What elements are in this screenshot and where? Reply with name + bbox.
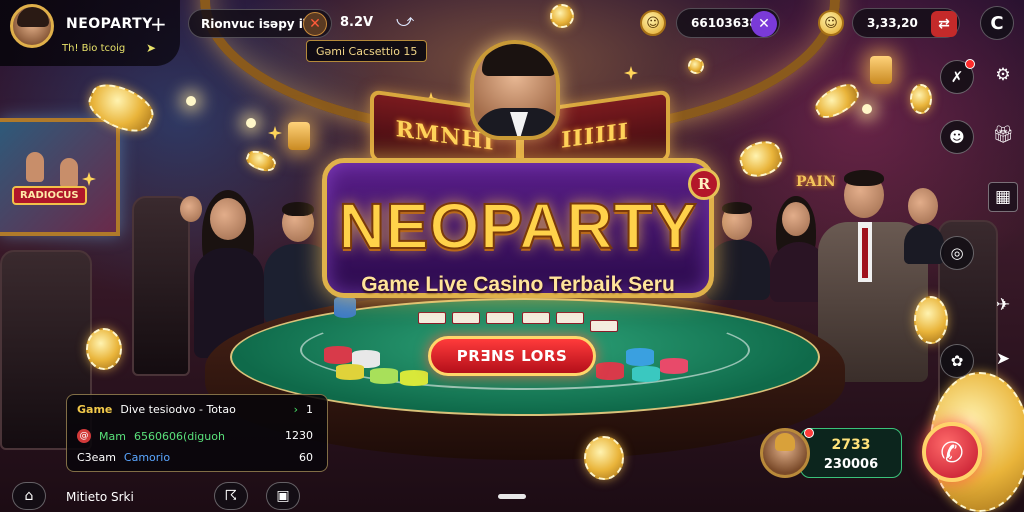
info-player-number: 1230 [285, 429, 313, 442]
gold-coin [910, 84, 932, 114]
gift-icon[interactable]: 🎁︎ [988, 120, 1018, 150]
share-icon[interactable]: ⤻ [396, 11, 414, 31]
game-tag: Gəmi Cacsettio 15 [306, 40, 428, 62]
lantern [288, 122, 310, 150]
gold-coin [810, 78, 864, 124]
profile-card[interactable]: NEOPARTY + Th! Bio tcoig ➤ [0, 0, 180, 66]
menu-button[interactable]: C [980, 6, 1014, 40]
balance-value: 66103638 [691, 16, 758, 30]
chip-stack [400, 370, 428, 386]
live-monitor: RADIOCUS [0, 118, 120, 236]
coin-balance-value: 3,33,20 [867, 16, 918, 30]
forward-icon[interactable]: ➤ [988, 344, 1018, 374]
info-stream-number: 60 [299, 451, 313, 464]
info-row-stream: C3eam Camorio 60 [77, 451, 313, 464]
chip-stack [660, 358, 688, 374]
banner-subtitle: Game Live Casino Terbaik Seru [361, 273, 675, 296]
sparkle [268, 126, 282, 140]
coin-balance-pill[interactable]: 3,33,20 ⇄ [852, 8, 960, 38]
info-row-game: Game Dive tesiodvo - Totao › 1 [77, 403, 313, 416]
camera-button[interactable]: ✿ [940, 344, 974, 378]
info-row-player: @ Mam 6560606(diguoh 1230 [77, 429, 313, 443]
host-avatar[interactable] [760, 428, 810, 478]
notification-button[interactable]: ✗ [940, 59, 975, 94]
gold-coin [584, 436, 624, 480]
logo-host-portrait [470, 40, 560, 140]
dance-icon[interactable]: ☈ [214, 482, 248, 510]
gold-coin [243, 147, 279, 175]
chat-icon[interactable]: ⌂ [12, 482, 46, 510]
gift-box-icon[interactable]: ▣ [266, 482, 300, 510]
info-game-value: 1 [306, 403, 313, 416]
wall-sign: PAIN [796, 174, 836, 190]
bottom-label: Mitieto Srki [66, 490, 134, 504]
host-stats[interactable]: 2733 230006 [800, 428, 902, 478]
monitor-label: RADIOCUS [12, 186, 87, 205]
notification-dot [965, 59, 975, 69]
monitor-host [60, 158, 78, 188]
chip-stack [596, 362, 624, 380]
banner-badge: R [688, 168, 720, 200]
playing-card [522, 312, 550, 324]
chip-stack [626, 348, 654, 366]
coin-icon[interactable]: ☺ [818, 10, 844, 36]
chip-stack [336, 364, 364, 380]
gold-coin [550, 4, 574, 28]
info-stream-value: Camorio [123, 451, 171, 464]
playing-card [556, 312, 584, 324]
app-name: NEOPARTY [66, 16, 153, 32]
info-stream-label: C3eam [77, 451, 116, 464]
gold-coin [86, 328, 122, 370]
live-dot [804, 428, 814, 438]
info-player-value: 6560606(diguoh [133, 429, 225, 443]
emoji-button[interactable]: ☻ [940, 120, 974, 154]
balance-pill[interactable]: 66103638 ✕ [676, 8, 780, 38]
close-icon[interactable]: ✕ [303, 12, 327, 36]
lantern [870, 56, 892, 84]
chair [132, 196, 190, 376]
logo-banner: NEOPARTY Game Live Casino Terbaik Seru [322, 158, 714, 298]
send-icon[interactable]: ➤ [146, 41, 156, 55]
playing-card [452, 312, 480, 324]
gold-coin [688, 58, 704, 74]
spotlight [862, 104, 872, 114]
plus-icon[interactable]: + [150, 12, 167, 36]
playing-card [418, 312, 446, 324]
home-indicator[interactable] [498, 494, 526, 499]
host-stat-primary: 2733 [831, 437, 871, 453]
pin-icon[interactable]: ✈ [988, 290, 1018, 320]
spotlight [246, 118, 256, 128]
phone-icon[interactable]: ✆ [922, 422, 982, 482]
chip-stack [334, 296, 356, 318]
info-game-label: Game [77, 403, 113, 416]
info-player-label: Mam [99, 429, 126, 443]
gold-coin [914, 296, 948, 344]
spotlight [186, 96, 196, 106]
game-info-panel[interactable]: Game Dive tesiodvo - Totao › 1 @ Mam 6560606… [66, 394, 328, 472]
gold-coin [735, 136, 787, 182]
play-now-button[interactable]: PRƎNS LORS [428, 336, 596, 376]
room-search[interactable]: Rionvuc isəpy iʔ ✕ [188, 9, 332, 38]
screen-icon[interactable]: ▦ [988, 182, 1018, 212]
at-icon: @ [77, 429, 91, 443]
chevron-right-icon[interactable]: › [294, 403, 298, 416]
host-stat-secondary: 230006 [823, 457, 879, 472]
chip-stack [370, 368, 398, 384]
gear-icon[interactable]: ⚙ [988, 60, 1018, 90]
ring-button[interactable]: ◎ [940, 236, 974, 270]
monitor-host [26, 152, 44, 182]
banner-title: NEOPARTY [338, 189, 698, 263]
status-text: 8.2V [340, 15, 374, 30]
chip-stack [324, 346, 352, 364]
info-game-text: Dive tesiodvo - Totao [120, 403, 236, 416]
avatar[interactable] [10, 4, 54, 48]
playing-card [486, 312, 514, 324]
room-search-text: Rionvuc isəpy iʔ [201, 16, 310, 31]
chip-stack [632, 366, 660, 382]
exchange-icon[interactable]: ✕ [751, 11, 777, 37]
profile-subtitle: Th! Bio tcoig [62, 43, 126, 54]
playing-card [590, 320, 618, 332]
emoji-coin-icon[interactable]: ☺ [640, 10, 666, 36]
swap-icon[interactable]: ⇄ [931, 11, 957, 37]
